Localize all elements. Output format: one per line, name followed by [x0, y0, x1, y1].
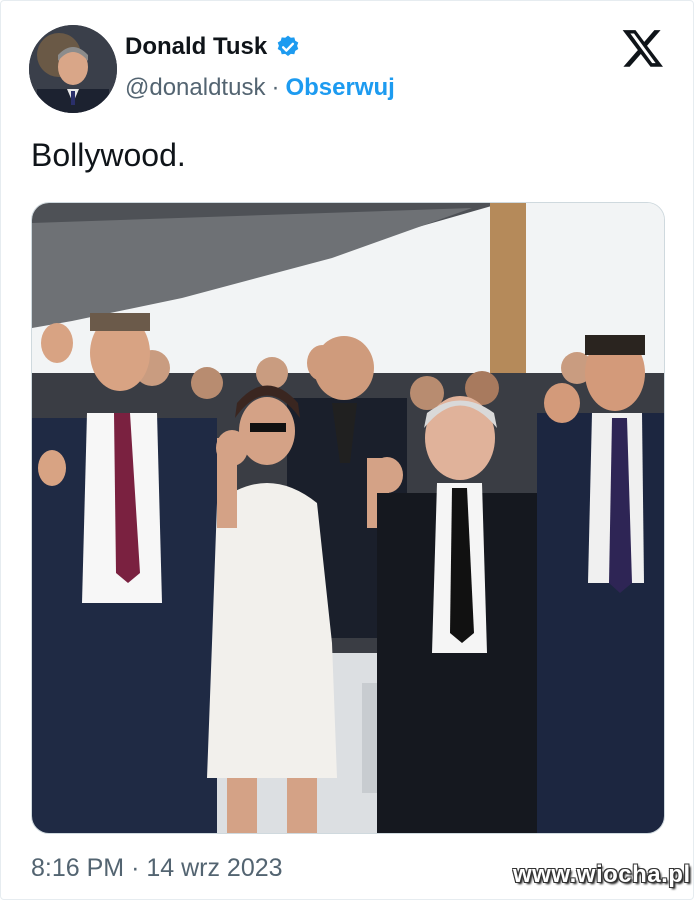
author-avatar[interactable] — [29, 25, 117, 113]
photo-image — [32, 203, 664, 833]
handle-separator: · — [271, 74, 280, 101]
author-handle[interactable]: @donaldtusk — [125, 74, 265, 102]
tweet-time: 8:16 PM — [31, 854, 125, 882]
tweet-photo[interactable] — [31, 202, 665, 834]
verified-badge-icon — [277, 35, 299, 56]
watermark-text: www.wiocha.pl — [513, 861, 691, 888]
author-name[interactable]: Donald Tusk — [125, 33, 267, 61]
tweet-text: Bollywood. — [31, 137, 186, 173]
timestamp-separator: · — [131, 854, 140, 882]
x-logo-icon[interactable] — [621, 26, 665, 70]
tweet-timestamp[interactable]: 8:16 PM · 14 wrz 2023 — [31, 854, 283, 883]
tweet-card: Donald Tusk @donaldtusk · Obserwuj Bolly… — [0, 0, 694, 900]
avatar-image — [29, 25, 117, 113]
follow-button[interactable]: Obserwuj — [285, 74, 394, 102]
tweet-date: 14 wrz 2023 — [146, 854, 283, 882]
